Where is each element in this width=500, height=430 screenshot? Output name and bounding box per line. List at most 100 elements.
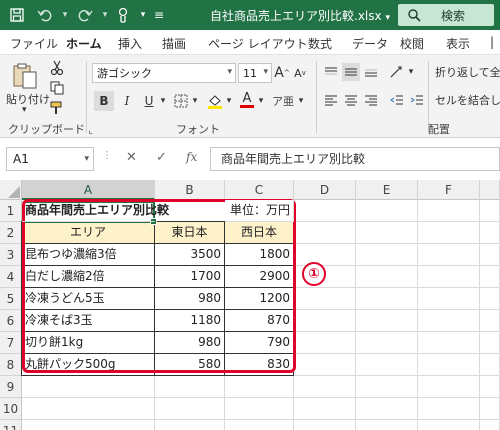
paste-button-label[interactable]: 貼り付け: [6, 91, 50, 107]
cell-f1[interactable]: [418, 200, 480, 222]
column-header-e[interactable]: E: [356, 180, 418, 200]
tab-draw[interactable]: 描画: [162, 35, 186, 52]
cell-e4[interactable]: [356, 266, 418, 288]
cell-f2[interactable]: [418, 222, 480, 244]
cell-a8[interactable]: 丸餅パック500g: [22, 354, 155, 376]
tab-file[interactable]: ファイル: [10, 35, 58, 52]
cell-a9[interactable]: [22, 376, 155, 398]
orientation-dropdown-icon[interactable]: ▾: [406, 63, 416, 81]
cell-c6[interactable]: 870: [225, 310, 294, 332]
cell-b10[interactable]: [155, 398, 225, 420]
cell-b2[interactable]: 東日本: [155, 222, 225, 244]
cell-c4[interactable]: 2900: [225, 266, 294, 288]
cell-e10[interactable]: [356, 398, 418, 420]
cell-a4[interactable]: 白だし濃縮2倍: [22, 266, 155, 288]
cell-d5[interactable]: [294, 288, 356, 310]
fill-color-dropdown-icon[interactable]: ▾: [224, 91, 234, 111]
tab-insert[interactable]: 挿入: [118, 35, 142, 52]
align-left-icon[interactable]: [322, 91, 340, 109]
cell-f10[interactable]: [418, 398, 480, 420]
cell-b4[interactable]: 1700: [155, 266, 225, 288]
cell-a2[interactable]: エリア: [22, 222, 155, 244]
cell-b5[interactable]: 980: [155, 288, 225, 310]
cell-f8[interactable]: [418, 354, 480, 376]
customize-qat-icon[interactable]: ≡: [148, 0, 170, 30]
font-color-dropdown-icon[interactable]: ▾: [256, 91, 266, 111]
cell-g4[interactable]: [480, 266, 500, 288]
cell-a5[interactable]: 冷凍うどん5玉: [22, 288, 155, 310]
row-header-7[interactable]: 7: [0, 332, 22, 354]
cell-e9[interactable]: [356, 376, 418, 398]
cell-a11[interactable]: [22, 420, 155, 430]
cut-icon[interactable]: [48, 59, 66, 77]
cell-c8[interactable]: 830: [225, 354, 294, 376]
tab-overflow[interactable]: |: [490, 35, 494, 49]
cell-b7[interactable]: 980: [155, 332, 225, 354]
column-header-c[interactable]: C: [225, 180, 294, 200]
cancel-icon[interactable]: ✕: [126, 150, 137, 165]
phonetic-dropdown-icon[interactable]: ▾: [296, 91, 306, 111]
underline-button[interactable]: U: [140, 91, 158, 111]
paste-dropdown-icon[interactable]: ▾: [22, 105, 27, 115]
row-header-2[interactable]: 2: [0, 222, 22, 244]
save-icon[interactable]: [6, 0, 28, 30]
cell-b8[interactable]: 580: [155, 354, 225, 376]
row-header-1[interactable]: 1: [0, 200, 22, 222]
font-size-dropdown[interactable]: 11 ▾: [238, 63, 272, 83]
cell-f5[interactable]: [418, 288, 480, 310]
cell-e11[interactable]: [356, 420, 418, 430]
orientation-icon[interactable]: [388, 63, 406, 81]
cell-f4[interactable]: [418, 266, 480, 288]
align-bottom-icon[interactable]: [362, 63, 380, 81]
row-header-4[interactable]: 4: [0, 266, 22, 288]
merge-center-button[interactable]: セルを結合し: [432, 91, 500, 109]
cell-e5[interactable]: [356, 288, 418, 310]
cell-e8[interactable]: [356, 354, 418, 376]
cell-b6[interactable]: 1180: [155, 310, 225, 332]
column-header-d[interactable]: D: [294, 180, 356, 200]
cell-f3[interactable]: [418, 244, 480, 266]
cell-c5[interactable]: 1200: [225, 288, 294, 310]
tab-data[interactable]: データ: [352, 35, 388, 52]
cell-e6[interactable]: [356, 310, 418, 332]
format-painter-icon[interactable]: [48, 99, 66, 117]
cell-c10[interactable]: [225, 398, 294, 420]
cell-g10[interactable]: [480, 398, 500, 420]
cell-g3[interactable]: [480, 244, 500, 266]
cell-g11[interactable]: [480, 420, 500, 430]
redo-icon[interactable]: [74, 0, 96, 30]
decrease-indent-icon[interactable]: [388, 91, 406, 109]
cell-e1[interactable]: [356, 200, 418, 222]
wrap-text-button[interactable]: 折り返して全: [432, 63, 500, 81]
column-header-f[interactable]: F: [418, 180, 480, 200]
align-middle-icon[interactable]: [342, 63, 360, 81]
tab-home[interactable]: ホーム: [66, 35, 102, 57]
cell-c9[interactable]: [225, 376, 294, 398]
formula-input[interactable]: 商品年間売上エリア別比較: [210, 147, 500, 171]
cell-b3[interactable]: 3500: [155, 244, 225, 266]
cell-g1[interactable]: [480, 200, 500, 222]
cell-d1[interactable]: [294, 200, 356, 222]
cell-f7[interactable]: [418, 332, 480, 354]
tab-review[interactable]: 校閲: [400, 35, 424, 52]
borders-icon[interactable]: [172, 91, 190, 111]
cell-g8[interactable]: [480, 354, 500, 376]
cell-c2[interactable]: 西日本: [225, 222, 294, 244]
copy-icon[interactable]: [48, 79, 66, 97]
cell-a1[interactable]: 商品年間売上エリア別比較: [22, 200, 169, 222]
cell-d11[interactable]: [294, 420, 356, 430]
cell-f6[interactable]: [418, 310, 480, 332]
cell-a3[interactable]: 昆布つゆ濃縮3倍: [22, 244, 155, 266]
column-header-b[interactable]: B: [155, 180, 225, 200]
shrink-font-button[interactable]: Av: [292, 63, 308, 83]
borders-dropdown-icon[interactable]: ▾: [190, 91, 200, 111]
undo-icon[interactable]: [34, 0, 56, 30]
insert-function-icon[interactable]: fx: [186, 150, 197, 164]
cell-b11[interactable]: [155, 420, 225, 430]
grow-font-button[interactable]: A ^: [274, 63, 290, 83]
cell-c7[interactable]: 790: [225, 332, 294, 354]
cell-c3[interactable]: 1800: [225, 244, 294, 266]
align-top-icon[interactable]: [322, 63, 340, 81]
underline-dropdown-icon[interactable]: ▾: [158, 91, 168, 111]
align-center-icon[interactable]: [342, 91, 360, 109]
